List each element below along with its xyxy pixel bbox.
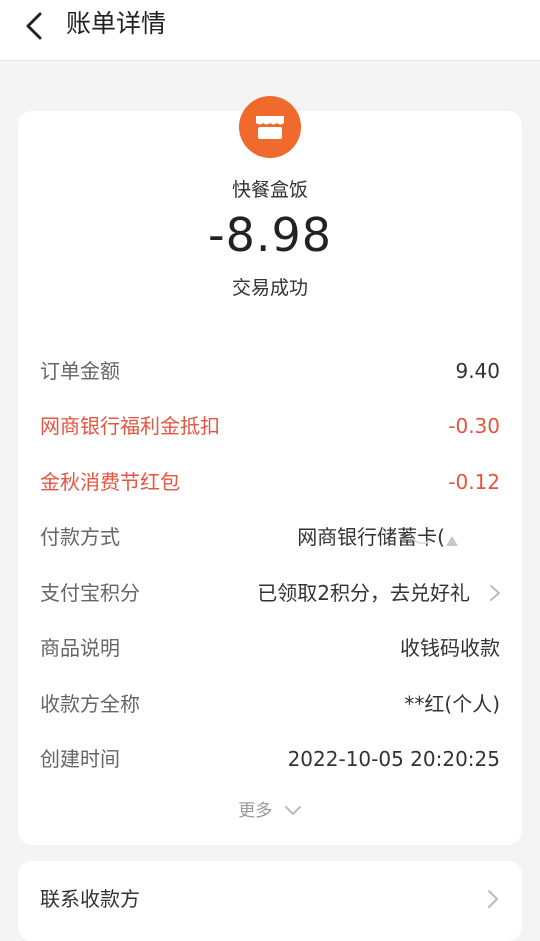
transaction-status: 交易成功 xyxy=(231,277,308,299)
bank-benefit-value: -0.30 xyxy=(448,414,500,438)
red-packet-label: 金秋消费节红包 xyxy=(40,470,180,494)
alipay-points-label: 支付宝积分 xyxy=(40,581,140,605)
store-icon xyxy=(239,96,301,158)
order-amount-row: 订单金额 9.40 xyxy=(40,351,500,391)
more-button[interactable]: 更多 xyxy=(18,799,522,823)
contact-payee-card[interactable]: 联系收款方 xyxy=(18,861,522,941)
product-desc-value: 收钱码收款 xyxy=(400,636,500,660)
order-amount-label: 订单金额 xyxy=(40,359,120,383)
product-desc-label: 商品说明 xyxy=(40,636,120,660)
chevron-left-icon[interactable] xyxy=(18,8,54,44)
product-desc-row: 商品说明 收钱码收款 xyxy=(40,628,500,668)
red-packet-row: 金秋消费节红包 -0.12 xyxy=(40,462,500,502)
payment-method-row[interactable]: 付款方式 网商银行储蓄卡( xyxy=(40,517,500,557)
top-bar: 账单详情 xyxy=(0,0,540,61)
chevron-right-icon xyxy=(490,585,500,601)
created-time-value: 2022-10-05 20:20:25 xyxy=(287,747,500,771)
payment-method-label: 付款方式 xyxy=(40,525,120,549)
transaction-amount: -8.98 xyxy=(207,208,333,262)
payee-name-label: 收款方全称 xyxy=(40,692,140,716)
chevron-right-icon xyxy=(488,890,498,908)
contact-payee-label: 联系收款方 xyxy=(40,887,140,911)
red-packet-value: -0.12 xyxy=(448,470,500,494)
page-title: 账单详情 xyxy=(66,9,167,38)
alipay-points-value: 已领取2积分，去兑好礼 xyxy=(257,581,470,605)
order-amount-value: 9.40 xyxy=(455,359,500,383)
alipay-points-row[interactable]: 支付宝积分 已领取2积分，去兑好礼 xyxy=(40,573,500,613)
bank-benefit-label: 网商银行福利金抵扣 xyxy=(40,414,220,438)
bank-benefit-row: 网商银行福利金抵扣 -0.30 xyxy=(40,406,500,446)
chevron-down-icon xyxy=(284,806,301,815)
created-time-label: 创建时间 xyxy=(40,747,120,771)
payee-name-value: **红(个人) xyxy=(404,692,500,716)
more-label: 更多 xyxy=(238,801,273,821)
blur-overlay-icon xyxy=(411,536,458,546)
bill-detail-card: 快餐盒饭 -8.98 交易成功 订单金额 9.40 网商银行福利金抵扣 -0.3… xyxy=(18,96,522,845)
merchant-name: 快餐盒饭 xyxy=(231,179,308,201)
payee-name-row: 收款方全称 **红(个人) xyxy=(40,684,500,724)
created-time-row: 创建时间 2022-10-05 20:20:25 xyxy=(40,739,500,779)
